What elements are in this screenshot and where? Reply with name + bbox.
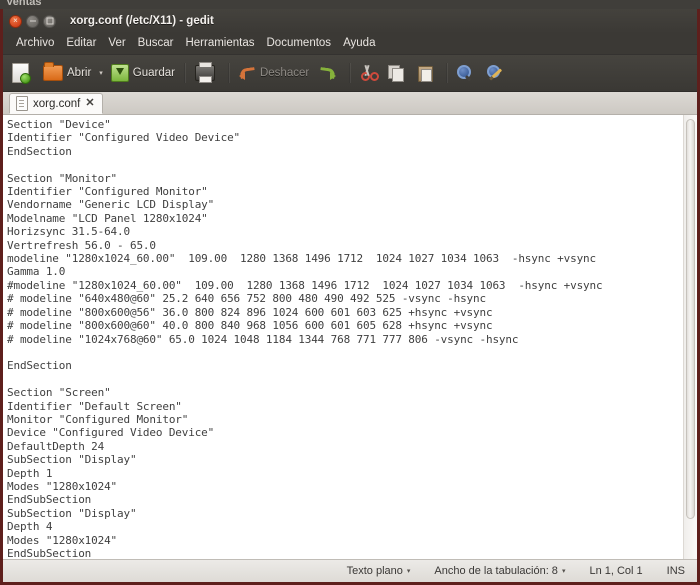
editor-content[interactable]: Section "Device" Identifier "Configured … [7, 118, 683, 559]
search-icon [457, 65, 473, 81]
window-title: xorg.conf (/etc/X11) - gedit [70, 15, 214, 27]
tab-xorg-conf[interactable]: xorg.conf ✕ [9, 93, 103, 114]
menu-documentos[interactable]: Documentos [261, 36, 338, 51]
copy-button[interactable] [383, 59, 413, 87]
gedit-window-screenshot: Ventas × xorg.conf (/etc/X11) - gedit Ar… [0, 0, 700, 585]
menu-ver[interactable]: Ver [102, 36, 131, 51]
text-editor[interactable]: Section "Device" Identifier "Configured … [3, 115, 683, 559]
save-button[interactable]: Guardar [106, 59, 180, 87]
insert-mode-label: INS [666, 565, 685, 577]
tab-width-label: Ancho de la tabulación: 8 [434, 565, 558, 577]
tab-close-icon[interactable]: ✕ [85, 98, 94, 109]
editor-area: Section "Device" Identifier "Configured … [3, 115, 697, 559]
print-icon [194, 62, 215, 83]
window-controls: × [3, 14, 56, 28]
open-label: Abrir [67, 67, 92, 79]
find-replace-icon [487, 65, 504, 81]
language-label: Texto plano [346, 565, 403, 577]
toolbar-separator-1 [183, 63, 186, 83]
open-dropdown-icon[interactable]: ▾ [96, 70, 106, 77]
chevron-down-icon-2: ▾ [561, 567, 566, 575]
tab-bar: xorg.conf ✕ [3, 92, 697, 115]
open-button[interactable]: Abrir [38, 59, 96, 87]
new-document-icon [12, 63, 31, 84]
find-button[interactable] [452, 59, 482, 87]
menu-editar[interactable]: Editar [60, 36, 102, 51]
toolbar-separator-2 [227, 63, 230, 83]
undo-icon [238, 66, 256, 80]
print-button[interactable] [190, 59, 224, 87]
save-icon [110, 64, 129, 82]
menu-herramientas[interactable]: Herramientas [179, 36, 260, 51]
toolbar: Abrir ▾ Guardar Deshacer [3, 55, 697, 92]
menubar: Archivo Editar Ver Buscar Herramientas D… [3, 33, 697, 55]
desktop-panel-strip: Ventas [0, 0, 700, 9]
undo-label: Deshacer [259, 67, 310, 79]
insert-mode-indicator: INS [655, 565, 697, 577]
cursor-position: Ln 1, Col 1 [577, 565, 654, 577]
language-selector[interactable]: Texto plano ▾ [335, 565, 423, 577]
minimize-icon[interactable] [26, 14, 39, 28]
replace-button[interactable] [482, 59, 513, 87]
titlebar[interactable]: × xorg.conf (/etc/X11) - gedit [3, 9, 697, 33]
cut-icon [360, 65, 380, 81]
save-label: Guardar [132, 67, 175, 79]
cut-button[interactable] [355, 59, 383, 87]
tab-label: xorg.conf [33, 97, 81, 110]
close-icon[interactable]: × [9, 14, 22, 28]
redo-icon [319, 66, 337, 80]
paste-icon [418, 65, 434, 82]
statusbar: Texto plano ▾ Ancho de la tabulación: 8 … [3, 559, 697, 582]
new-document-button[interactable] [7, 59, 38, 87]
chevron-down-icon: ▾ [406, 567, 411, 575]
redo-button[interactable] [314, 59, 345, 87]
undo-button[interactable]: Deshacer [234, 59, 314, 87]
vertical-scrollbar[interactable] [683, 115, 697, 559]
menu-archivo[interactable]: Archivo [10, 36, 60, 51]
gedit-window: × xorg.conf (/etc/X11) - gedit Archivo E… [0, 9, 700, 585]
menu-buscar[interactable]: Buscar [132, 36, 180, 51]
menu-ayuda[interactable]: Ayuda [337, 36, 381, 51]
cursor-position-label: Ln 1, Col 1 [589, 565, 643, 577]
paste-button[interactable] [413, 59, 442, 87]
text-file-icon [16, 96, 28, 111]
toolbar-separator-4 [446, 63, 449, 83]
folder-open-icon [43, 62, 63, 81]
tab-width-selector[interactable]: Ancho de la tabulación: 8 ▾ [422, 565, 577, 577]
copy-icon [388, 65, 405, 82]
maximize-icon[interactable] [43, 14, 56, 28]
desktop-panel-label: Ventas [6, 0, 42, 8]
toolbar-separator-3 [349, 63, 352, 83]
scrollbar-thumb[interactable] [686, 119, 695, 519]
